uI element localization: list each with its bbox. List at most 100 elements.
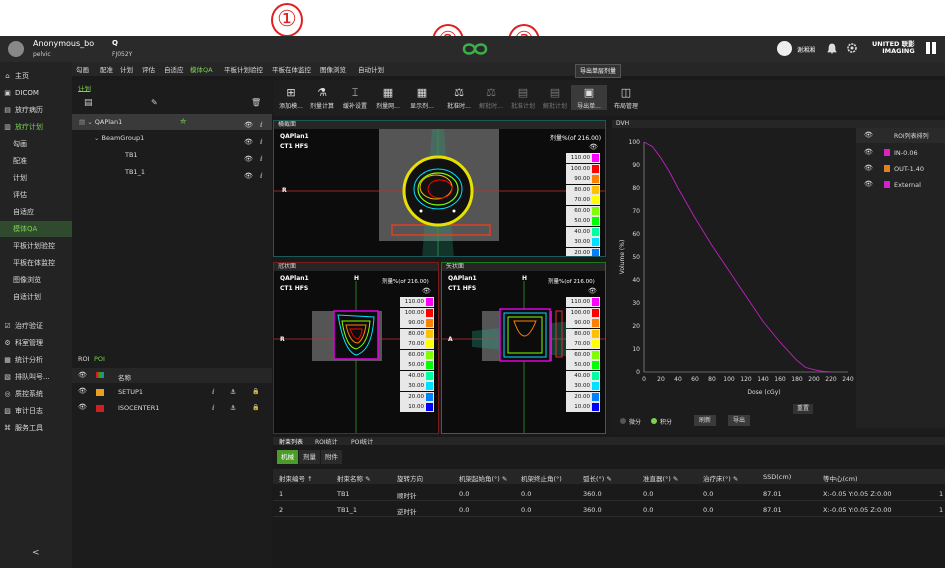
eye-icon[interactable]: 👁 [78,387,87,395]
locate-icon[interactable]: ⚓ [230,388,236,396]
info-icon[interactable]: ⅈ [212,404,214,412]
tab-1[interactable]: 配准 [100,64,113,74]
lock-icon[interactable]: 🔒 [252,404,259,411]
refresh-button[interactable]: 刷新 [694,415,717,426]
column-header[interactable]: 等中心(cm) [823,473,857,483]
roi-tab[interactable]: ROI [78,355,90,363]
toolbar-button[interactable]: ▤ 解批计划 [537,85,573,110]
sidebar-item[interactable]: 自适计划 [0,289,72,305]
sidebar-item[interactable]: 平板在体监控 [0,255,72,271]
toolbar-button[interactable]: ▤ 批准计划 [505,85,541,110]
eye-icon[interactable]: 👁 [244,151,253,168]
column-header[interactable]: SSD(cm) [763,473,791,481]
sidebar-item[interactable]: 平板计划验控 [0,238,72,254]
tab-6[interactable]: 平板计划验控 [224,64,263,74]
eye-icon[interactable]: 👁 [864,131,873,139]
transverse-view[interactable]: 横截面 QAPlan1 CT1 HFS R 剂量%(of 216.00) 👁 1… [273,120,606,257]
column-header[interactable]: 弧长(°) ✎ [583,473,612,483]
toolbar-button[interactable]: ⌶ 缓补设置 [337,85,373,110]
plan-list-icon[interactable]: ▤ [84,98,93,108]
tab-3[interactable]: 评估 [142,64,155,74]
gear-icon[interactable] [846,42,858,54]
sidebar-item[interactable]: 模体QA [0,221,72,237]
eye-icon[interactable]: 👁 [588,287,597,295]
sidebar-item[interactable]: ◎ 质控系统 [0,386,72,402]
tab-2[interactable]: 计划 [120,64,133,74]
column-header[interactable]: 机架终止角(°) [521,473,562,483]
sidebar-item[interactable]: 评估 [0,187,72,203]
sidebar-item[interactable]: ▦ 统计分析 [0,352,72,368]
reset-button[interactable]: 重置 [793,404,814,414]
toolbar-button[interactable]: ◫ 布局管理 [608,85,644,110]
collapse-button[interactable]: < [32,548,40,558]
sidebar-item[interactable]: 自适应 [0,204,72,220]
sidebar-item[interactable]: ▨ 审计日志 [0,403,72,419]
sidebar-item[interactable]: 配准 [0,153,72,169]
tab-0[interactable]: 勾画 [76,64,89,74]
toolbar-button[interactable]: ▦ 显示剂... [404,85,440,110]
tree-group-row[interactable]: ⌄ BeamGroup1 [72,130,272,146]
eye-icon[interactable]: 👁 [864,148,873,156]
sidebar-item[interactable]: ⚙ 科室管理 [0,335,72,351]
info-icon[interactable]: ⅈ [260,134,262,151]
diff-radio[interactable] [620,418,626,424]
tab-roi-stats[interactable]: ROI统计 [315,437,338,446]
tab-8[interactable]: 图像浏览 [320,64,346,74]
info-icon[interactable]: ⅈ [260,168,262,185]
tree-plan-row[interactable]: ▤ ⌄ QAPlan1 [72,114,272,130]
integral-radio[interactable] [651,418,657,424]
column-header[interactable]: 旋转方向 [397,473,423,483]
sidebar-item[interactable]: ▧ 排队叫号... [0,369,72,385]
column-header[interactable]: 射束名称 ✎ [337,473,371,483]
tree-beam-row[interactable]: TB1_1 [72,164,272,180]
toolbar-button[interactable]: ⚖ 解批时... [473,85,509,110]
sidebar-item[interactable]: ▥ 放疗计划 [0,119,72,135]
coronal-view[interactable]: 冠状面 QAPlan1 CT1 HFS R H 剂量%(of 216.00) 👁… [273,262,439,434]
avatar[interactable] [8,41,24,57]
expand-icon[interactable]: ⌄ [94,134,99,142]
table-row[interactable]: 2 TB1_1 逆时针 0.0 0.0 360.0 0.0 0.0 87.01 X:-0.05 Y… [273,502,945,517]
doctor-avatar[interactable] [777,41,792,56]
tab-9[interactable]: 自动计划 [358,64,384,74]
sidebar-item[interactable]: ▤ 放疗病历 [0,102,72,118]
tree-beam-row[interactable]: TB1 [72,147,272,163]
table-row[interactable]: 1 TB1 顺时针 0.0 0.0 360.0 0.0 0.0 87.01 X:-0.05 Y:0… [273,486,945,501]
column-header[interactable]: 射束编号 ↑ [279,473,313,483]
info-icon[interactable]: ⅈ [212,388,214,396]
eye-icon[interactable]: 👁 [244,168,253,185]
sidebar-item[interactable]: ⌂ 主页 [0,68,72,84]
toolbar-button[interactable]: ▣ 导出单... [571,85,607,110]
tab-7[interactable]: 平板在体监控 [272,64,311,74]
delete-icon[interactable]: 🗑 [251,98,261,107]
sagittal-view[interactable]: 矢状面 QAPlan1 CT1 HFS A H 剂量%(of 216.00) 👁… [441,262,606,434]
eye-icon[interactable]: 👁 [244,117,253,134]
sidebar-item[interactable]: ⌘ 服务工具 [0,420,72,436]
sidebar-item[interactable]: ▣ DICOM [0,85,72,101]
column-header[interactable]: 机架起始角(°) ✎ [459,473,507,483]
subtab-mechanical[interactable]: 机械 [277,450,298,464]
poi-tab[interactable]: POI [94,355,105,363]
tab-4[interactable]: 自适应 [164,64,184,74]
eye-icon[interactable]: 👁 [244,134,253,151]
sidebar-item[interactable]: 计划 [0,170,72,186]
eye-icon[interactable]: 👁 [589,143,598,151]
eye-icon[interactable]: 👁 [78,403,87,411]
edit-icon[interactable]: ✎ [151,98,158,107]
eye-icon[interactable]: 👁 [78,371,87,379]
info-icon[interactable]: ⅈ [260,117,262,134]
subtab-dose[interactable]: 剂量 [299,450,320,464]
column-header[interactable]: 准直器(°) ✎ [643,473,678,483]
tab-poi-stats[interactable]: POI统计 [351,437,373,446]
export-button[interactable]: 导出 [728,415,751,426]
info-icon[interactable]: ⅈ [260,151,262,168]
sidebar-item[interactable]: ☑ 治疗验证 [0,318,72,334]
sidebar-item[interactable]: 图像浏览 [0,272,72,288]
toolbar-button[interactable]: ⚗ 剂量计算 [304,85,340,110]
sidebar-item[interactable]: 勾画 [0,136,72,152]
search-icon[interactable]: Q [112,39,118,47]
lock-icon[interactable]: 🔒 [252,388,259,395]
subtab-attachment[interactable]: 附件 [321,450,342,464]
eye-icon[interactable]: 👁 [422,287,431,295]
tab-beam-list[interactable]: 射束列表 [279,437,303,446]
toolbar-button[interactable]: ⚖ 批准时... [441,85,477,110]
